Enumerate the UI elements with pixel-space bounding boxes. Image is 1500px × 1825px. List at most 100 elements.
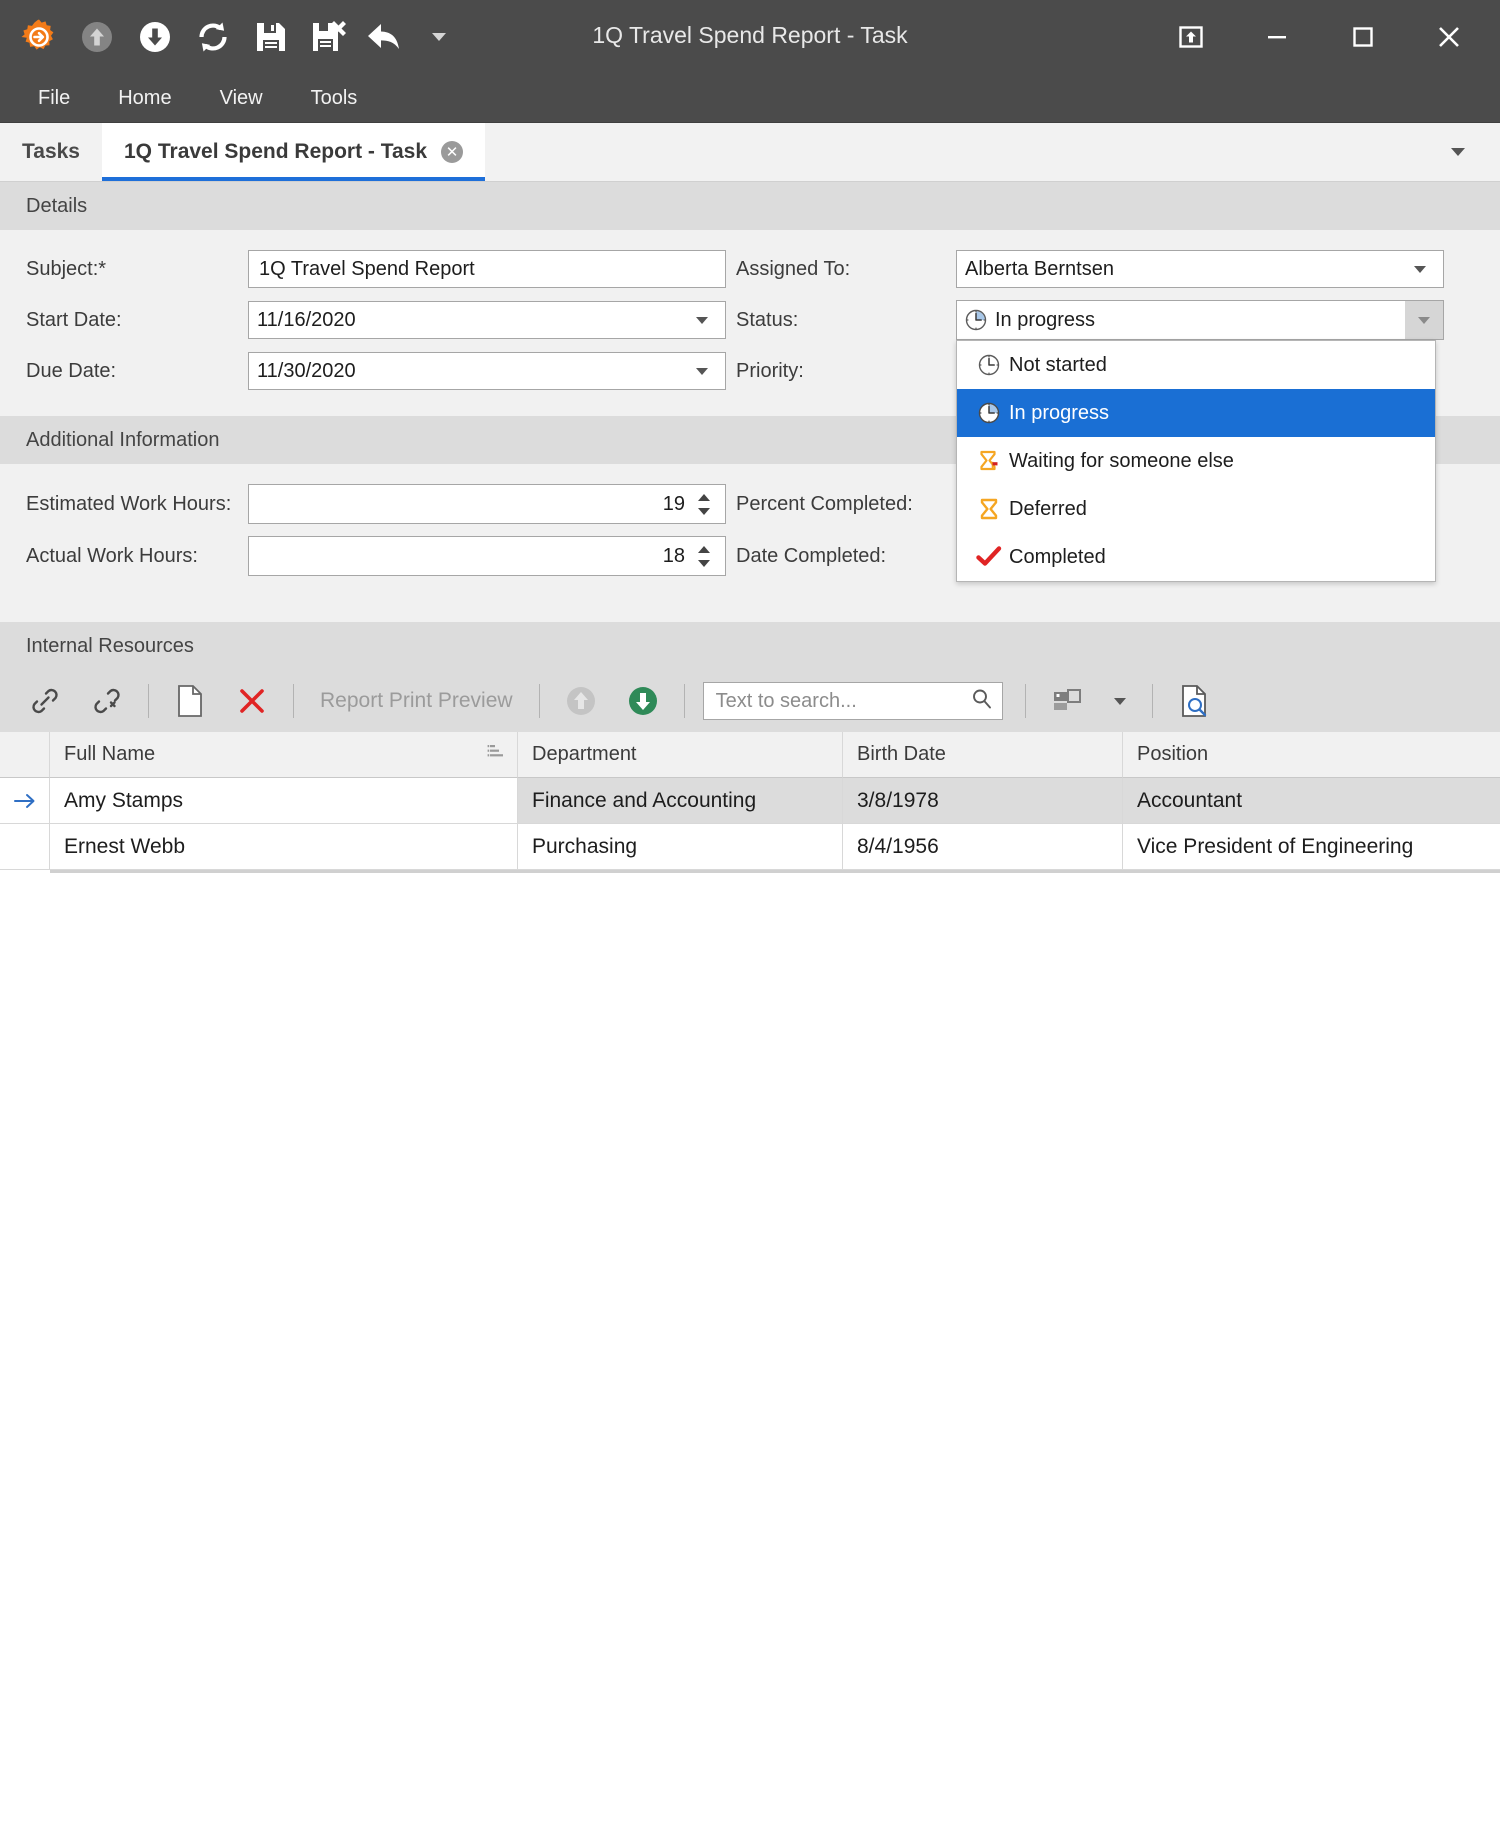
internal-resources-grid: Full Name Department Birth Date	[0, 732, 1500, 873]
start-date-value: 11/16/2020	[257, 309, 687, 332]
status-dropdown-button[interactable]	[1405, 301, 1443, 339]
details-section-title: Details	[26, 195, 87, 218]
due-date-input[interactable]: 11/30/2020	[248, 352, 726, 390]
upload-icon[interactable]	[68, 8, 126, 66]
spinner-up-icon[interactable]	[698, 494, 710, 501]
actual-work-hours-value: 18	[257, 545, 691, 568]
status-option-label: Completed	[1009, 546, 1106, 569]
toolbar-separator	[539, 684, 540, 718]
due-date-value: 11/30/2020	[257, 360, 687, 383]
spinner-buttons[interactable]	[691, 537, 717, 575]
column-header-position[interactable]: Position	[1123, 732, 1500, 778]
cell-full-name[interactable]: Amy Stamps	[50, 778, 518, 824]
status-option-waiting[interactable]: Waiting for someone else	[957, 437, 1435, 485]
download-icon[interactable]	[126, 8, 184, 66]
spinner-down-icon[interactable]	[698, 508, 710, 515]
minimize-button[interactable]	[1234, 0, 1320, 74]
save-icon[interactable]	[242, 8, 300, 66]
menu-item-home[interactable]: Home	[94, 81, 195, 116]
cell-full-name[interactable]: Ernest Webb	[50, 824, 518, 870]
delete-icon[interactable]	[221, 675, 283, 727]
search-placeholder: Text to search...	[716, 690, 970, 713]
link-icon[interactable]	[14, 675, 76, 727]
column-header-birth-date[interactable]: Birth Date	[843, 732, 1123, 778]
cell-birth-date[interactable]: 3/8/1978	[843, 778, 1123, 824]
toolbar-separator	[1152, 684, 1153, 718]
row-indicator	[0, 824, 50, 870]
status-option-label: Waiting for someone else	[1009, 450, 1234, 473]
menu-item-tools[interactable]: Tools	[287, 81, 382, 116]
qat-overflow-icon[interactable]	[416, 8, 462, 66]
subject-value: 1Q Travel Spend Report	[259, 258, 717, 281]
chevron-down-icon[interactable]	[687, 368, 717, 375]
cell-birth-date[interactable]: 8/4/1956	[843, 824, 1123, 870]
spinner-up-icon[interactable]	[698, 546, 710, 553]
actual-work-hours-stepper[interactable]: 18	[248, 536, 726, 576]
export-dropdown-icon[interactable]	[1098, 675, 1142, 727]
clock-progress-icon	[969, 401, 1009, 425]
spinner-buttons[interactable]	[691, 485, 717, 523]
status-option-in-progress[interactable]: In progress	[957, 389, 1435, 437]
cell-department[interactable]: Finance and Accounting	[518, 778, 843, 824]
status-option-deferred[interactable]: Deferred	[957, 485, 1435, 533]
cell-position[interactable]: Accountant	[1123, 778, 1500, 824]
clock-progress-icon	[957, 308, 995, 332]
estimated-work-hours-stepper[interactable]: 19	[248, 484, 726, 524]
table-row[interactable]: Amy Stamps Finance and Accounting 3/8/19…	[0, 778, 1500, 824]
subject-input[interactable]: 1Q Travel Spend Report	[248, 250, 726, 288]
status-option-label: Not started	[1009, 354, 1107, 377]
column-header-department[interactable]: Department	[518, 732, 843, 778]
undo-icon[interactable]	[358, 8, 416, 66]
unlink-icon[interactable]	[76, 675, 138, 727]
status-dropdown-list: Not started In progress	[956, 340, 1436, 582]
toolbar-separator	[293, 684, 294, 718]
filter-sort-icon[interactable]	[487, 743, 507, 766]
report-print-preview-button[interactable]: Report Print Preview	[304, 689, 529, 713]
column-header-full-name[interactable]: Full Name	[50, 732, 518, 778]
chevron-down-icon[interactable]	[687, 317, 717, 324]
new-document-icon[interactable]	[159, 675, 221, 727]
hourglass-icon	[969, 497, 1009, 521]
toolbar-separator	[1025, 684, 1026, 718]
table-row[interactable]: Ernest Webb Purchasing 8/4/1956 Vice Pre…	[0, 824, 1500, 870]
move-down-icon[interactable]	[612, 675, 674, 727]
status-combobox[interactable]: In progress	[956, 300, 1444, 340]
window-controls	[1148, 0, 1492, 74]
start-date-input[interactable]: 11/16/2020	[248, 301, 726, 339]
tab-task-detail[interactable]: 1Q Travel Spend Report - Task ✕	[102, 123, 485, 181]
current-row-arrow	[0, 778, 50, 824]
close-button[interactable]	[1406, 0, 1492, 74]
tab-tasks[interactable]: Tasks	[0, 123, 102, 181]
column-header-label: Position	[1137, 743, 1208, 766]
search-icon[interactable]	[970, 687, 994, 716]
menu-item-view[interactable]: View	[196, 81, 287, 116]
internal-resources-toolbar: Report Print Preview Text to search...	[0, 670, 1500, 732]
menu-item-file[interactable]: File	[14, 81, 94, 116]
save-and-close-icon[interactable]	[300, 8, 358, 66]
cell-position[interactable]: Vice President of Engineering	[1123, 824, 1500, 870]
export-icon[interactable]	[1036, 675, 1098, 727]
assigned-to-combobox[interactable]: Alberta Berntsen	[956, 250, 1444, 288]
restore-ribbon-button[interactable]	[1148, 0, 1234, 74]
refresh-icon[interactable]	[184, 8, 242, 66]
cell-department[interactable]: Purchasing	[518, 824, 843, 870]
maximize-button[interactable]	[1320, 0, 1406, 74]
search-input[interactable]: Text to search...	[703, 682, 1003, 720]
toolbar-separator	[148, 684, 149, 718]
print-preview-icon[interactable]	[1163, 675, 1225, 727]
status-option-completed[interactable]: Completed	[957, 533, 1435, 581]
assigned-to-label: Assigned To:	[726, 258, 956, 281]
close-icon[interactable]: ✕	[441, 141, 463, 163]
status-option-label: In progress	[1009, 402, 1109, 425]
tab-tasks-label: Tasks	[22, 140, 80, 164]
tab-list-dropdown-icon[interactable]	[1438, 123, 1478, 181]
internal-resources-panel: Internal Resources	[0, 622, 1500, 873]
menu-bar: File Home View Tools	[0, 74, 1500, 123]
quick-access-toolbar	[0, 0, 462, 74]
internal-resources-title: Internal Resources	[26, 635, 194, 658]
assigned-to-value: Alberta Berntsen	[965, 258, 1405, 281]
status-option-not-started[interactable]: Not started	[957, 341, 1435, 389]
app-menu-icon[interactable]	[10, 8, 68, 66]
chevron-down-icon[interactable]	[1405, 266, 1435, 273]
spinner-down-icon[interactable]	[698, 560, 710, 567]
